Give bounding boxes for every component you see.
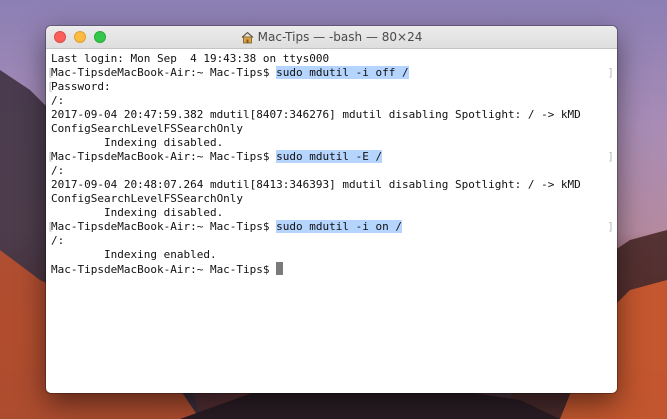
terminal-line: Indexing disabled. xyxy=(51,136,612,150)
terminal-line: /: xyxy=(51,164,612,178)
window-title: Mac-Tips — -bash — 80×24 xyxy=(257,30,423,44)
terminal-line: [Mac-TipsdeMacBook-Air:~ Mac-Tips$ sudo … xyxy=(47,150,614,164)
terminal-line: ConfigSearchLevelFSSearchOnly xyxy=(51,192,612,206)
terminal-line: ConfigSearchLevelFSSearchOnly xyxy=(51,122,612,136)
output-text: /: xyxy=(51,164,65,177)
command-text[interactable]: sudo mdutil -i on / xyxy=(276,220,403,233)
output-text: ConfigSearchLevelFSSearchOnly xyxy=(51,122,244,135)
output-text: ConfigSearchLevelFSSearchOnly xyxy=(51,192,244,205)
shell-prompt: Mac-TipsdeMacBook-Air:~ Mac-Tips$ xyxy=(51,263,277,276)
terminal-line: /: xyxy=(51,234,612,248)
shell-prompt: Mac-TipsdeMacBook-Air:~ Mac-Tips$ xyxy=(51,220,277,233)
terminal-line: Indexing disabled. xyxy=(51,206,612,220)
terminal-line: Indexing enabled. xyxy=(51,248,612,262)
mark-bracket-left: [ xyxy=(47,150,54,163)
mark-bracket-right: ] xyxy=(607,150,614,163)
home-icon xyxy=(241,31,254,43)
terminal-line: Mac-TipsdeMacBook-Air:~ Mac-Tips$ xyxy=(51,262,612,276)
password-prompt: Password: xyxy=(51,80,111,93)
output-text: 2017-09-04 20:47:59.382 mdutil[8407:3462… xyxy=(51,108,581,121)
terminal-window[interactable]: Mac-Tips — -bash — 80×24 Last login: Mon… xyxy=(46,26,617,393)
shell-prompt: Mac-TipsdeMacBook-Air:~ Mac-Tips$ xyxy=(51,150,277,163)
text-cursor[interactable] xyxy=(276,262,284,275)
terminal-line: 2017-09-04 20:48:07.264 mdutil[8413:3463… xyxy=(51,178,612,192)
mark-bracket-left: [ xyxy=(47,66,54,79)
output-text: Indexing disabled. xyxy=(51,206,224,219)
mark-bracket-right: ] xyxy=(607,66,614,79)
output-text: /: xyxy=(51,234,65,247)
terminal-line: /: xyxy=(51,94,612,108)
window-titlebar[interactable]: Mac-Tips — -bash — 80×24 xyxy=(46,26,617,49)
terminal-output[interactable]: Last login: Mon Sep 4 19:43:38 on ttys00… xyxy=(46,49,617,393)
window-title-group: Mac-Tips — -bash — 80×24 xyxy=(46,26,617,48)
terminal-line: [Mac-TipsdeMacBook-Air:~ Mac-Tips$ sudo … xyxy=(47,66,614,80)
output-text: Indexing disabled. xyxy=(51,136,224,149)
mark-bracket-left: [ xyxy=(47,80,54,93)
mark-bracket-left: [ xyxy=(47,220,54,233)
terminal-line: 2017-09-04 20:47:59.382 mdutil[8407:3462… xyxy=(51,108,612,122)
shell-prompt: Mac-TipsdeMacBook-Air:~ Mac-Tips$ xyxy=(51,66,277,79)
mark-bracket-right: ] xyxy=(607,220,614,233)
terminal-line: [Password: xyxy=(47,80,612,94)
command-text[interactable]: sudo mdutil -i off / xyxy=(276,66,409,79)
command-text[interactable]: sudo mdutil -E / xyxy=(276,150,383,163)
output-text: Indexing enabled. xyxy=(51,248,217,261)
terminal-line: [Mac-TipsdeMacBook-Air:~ Mac-Tips$ sudo … xyxy=(47,220,614,234)
terminal-line: Last login: Mon Sep 4 19:43:38 on ttys00… xyxy=(51,52,612,66)
output-text: /: xyxy=(51,94,65,107)
last-login-text: Last login: Mon Sep 4 19:43:38 on ttys00… xyxy=(51,52,330,65)
output-text: 2017-09-04 20:48:07.264 mdutil[8413:3463… xyxy=(51,178,581,191)
